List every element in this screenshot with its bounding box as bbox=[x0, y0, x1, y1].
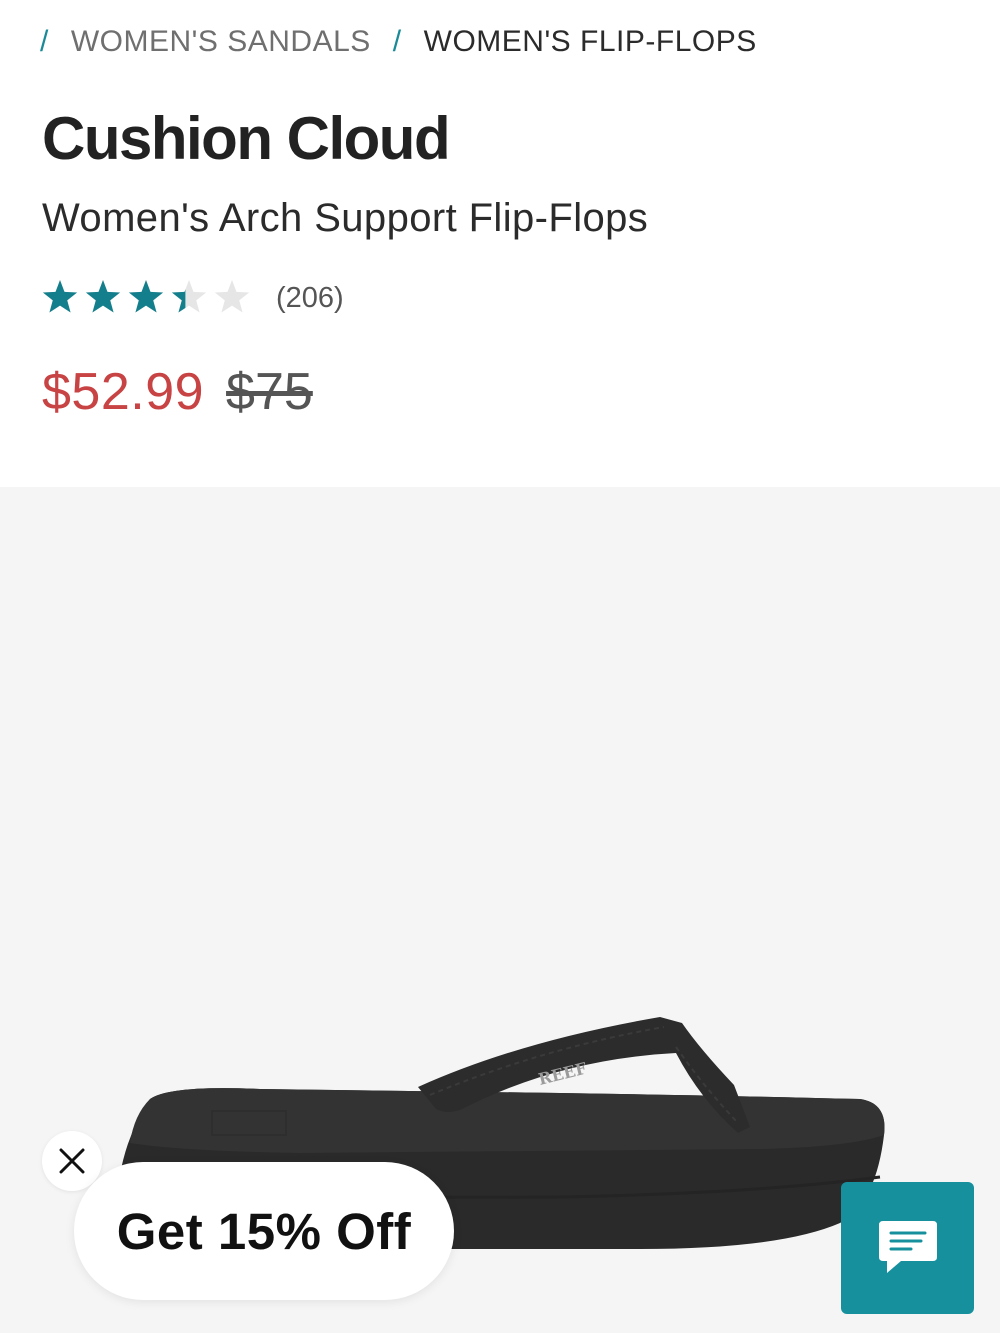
breadcrumb-link-womens-sandals[interactable]: WOMEN'S SANDALS bbox=[71, 25, 371, 59]
product-rating[interactable]: (206) bbox=[40, 276, 344, 320]
promo-button[interactable]: Get 15% Off bbox=[74, 1162, 454, 1300]
review-count[interactable]: (206) bbox=[276, 282, 344, 315]
rating-star bbox=[214, 280, 250, 313]
price-block: $52.99 $75 bbox=[42, 362, 313, 422]
rating-star bbox=[171, 280, 207, 313]
breadcrumb: / WOMEN'S SANDALS / WOMEN'S FLIP-FLOPS bbox=[40, 22, 779, 62]
chat-bubble-icon bbox=[878, 1221, 937, 1273]
close-icon bbox=[59, 1148, 85, 1174]
product-subtitle: Women's Arch Support Flip-Flops bbox=[42, 196, 649, 240]
product-title: Cushion Cloud bbox=[42, 105, 451, 172]
promo-label: Get 15% Off bbox=[116, 1202, 412, 1260]
rating-star bbox=[42, 280, 78, 313]
chat-button[interactable] bbox=[841, 1182, 974, 1314]
rating-star bbox=[85, 280, 121, 313]
rating-stars bbox=[42, 280, 250, 313]
breadcrumb-link-womens-flip-flops[interactable]: WOMEN'S FLIP-FLOPS bbox=[424, 25, 757, 59]
breadcrumb-separator: / bbox=[392, 25, 402, 58]
sale-price: $52.99 bbox=[42, 363, 205, 421]
rating-star bbox=[128, 280, 164, 313]
original-price: $75 bbox=[226, 363, 313, 421]
breadcrumb-separator: / bbox=[40, 25, 49, 58]
